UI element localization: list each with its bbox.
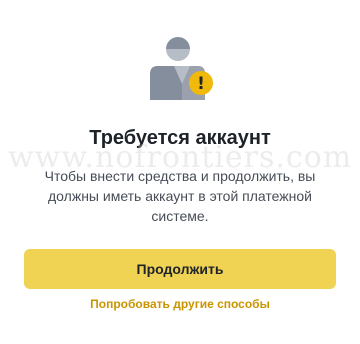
try-other-methods-link[interactable]: Попробовать другие способы [0, 296, 360, 312]
dialog-description: Чтобы внести средства и продолжить, вы д… [44, 168, 316, 224]
user-warning-icon: ! [148, 36, 216, 104]
exclamation-icon: ! [189, 71, 213, 95]
svg-text:!: ! [197, 74, 205, 94]
continue-button[interactable]: Продолжить [24, 249, 336, 289]
dialog-title: Требуется аккаунт [89, 127, 271, 149]
account-required-dialog: ! Требуется аккаунт Чтобы внести средств… [0, 0, 360, 344]
